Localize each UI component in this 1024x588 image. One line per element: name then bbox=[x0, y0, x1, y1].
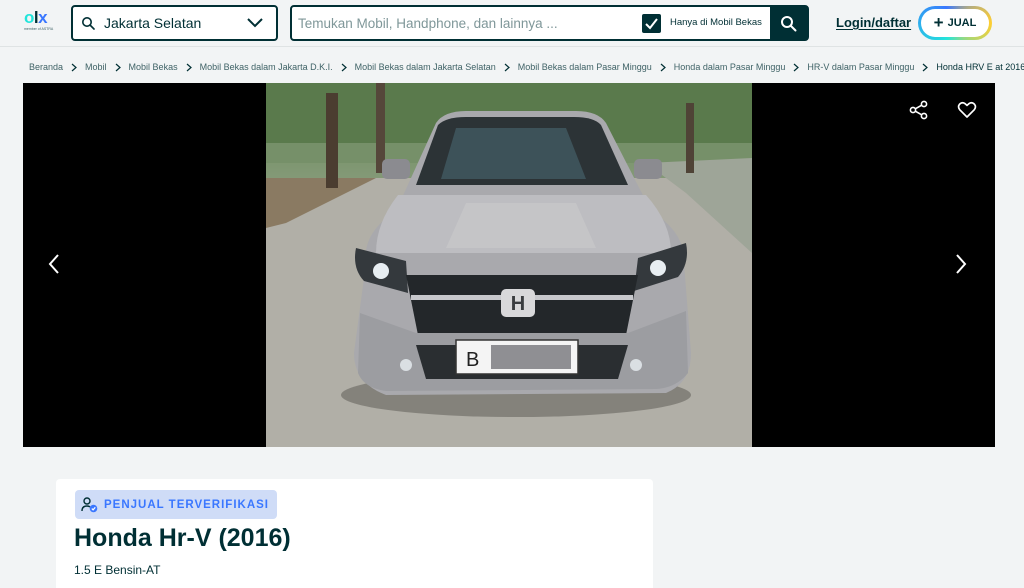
chevron-right-icon bbox=[660, 63, 666, 71]
verified-user-icon bbox=[81, 497, 98, 513]
location-value: Jakarta Selatan bbox=[104, 15, 202, 31]
image-gallery: H B bbox=[23, 83, 995, 447]
car-photo[interactable]: H B bbox=[266, 83, 752, 447]
chevron-right-icon bbox=[923, 63, 929, 71]
svg-text:H: H bbox=[511, 293, 525, 315]
breadcrumb-item[interactable]: Beranda bbox=[29, 62, 63, 72]
checkmark-icon bbox=[645, 18, 658, 30]
search-icon bbox=[781, 16, 797, 32]
olx-logo[interactable]: olx member of ASTRA bbox=[24, 8, 58, 36]
breadcrumb-item[interactable]: HR-V dalam Pasar Minggu bbox=[807, 62, 914, 72]
chevron-right-icon bbox=[504, 63, 510, 71]
car-illustration: H B bbox=[266, 83, 752, 447]
listing-title: Honda Hr-V (2016) bbox=[74, 524, 291, 552]
location-selector[interactable]: Jakarta Selatan bbox=[71, 5, 278, 41]
breadcrumb-item[interactable]: Mobil Bekas bbox=[129, 62, 178, 72]
chevron-right-icon bbox=[71, 63, 77, 71]
search-icon bbox=[82, 17, 95, 30]
breadcrumb-item[interactable]: Mobil Bekas dalam Jakarta D.K.I. bbox=[200, 62, 333, 72]
plate-text: B bbox=[466, 349, 479, 371]
listing-info-card: PENJUAL TERVERIFIKASI Honda Hr-V (2016) … bbox=[56, 479, 653, 588]
sell-button-label: JUAL bbox=[947, 17, 977, 29]
verified-seller-badge: PENJUAL TERVERIFIKASI bbox=[75, 490, 277, 519]
search-bar: Hanya di Mobil Bekas bbox=[290, 5, 809, 41]
search-input[interactable] bbox=[298, 13, 628, 33]
login-register-link[interactable]: Login/daftar bbox=[836, 15, 911, 30]
breadcrumb-item[interactable]: Mobil bbox=[85, 62, 107, 72]
chevron-right-icon bbox=[341, 63, 347, 71]
logo-tagline: member of ASTRA bbox=[24, 27, 54, 31]
breadcrumb-item[interactable]: Mobil Bekas dalam Jakarta Selatan bbox=[355, 62, 496, 72]
plus-icon: + bbox=[933, 13, 944, 32]
chevron-right-icon bbox=[793, 63, 800, 71]
used-cars-checkbox[interactable] bbox=[642, 14, 661, 33]
chevron-right-icon bbox=[186, 63, 192, 71]
share-icon[interactable] bbox=[909, 100, 929, 120]
chevron-right-icon bbox=[115, 63, 121, 71]
breadcrumb-item[interactable]: Mobil Bekas dalam Pasar Minggu bbox=[518, 62, 652, 72]
top-header: olx member of ASTRA Jakarta Selatan Hany… bbox=[0, 0, 1024, 47]
logo-wordmark: olx bbox=[24, 8, 48, 27]
search-button[interactable] bbox=[770, 7, 807, 39]
listing-subtitle: 1.5 E Bensin-AT bbox=[74, 563, 161, 577]
sell-button[interactable]: + JUAL bbox=[918, 6, 992, 40]
chevron-right-icon[interactable] bbox=[954, 253, 968, 275]
verified-seller-label: PENJUAL TERVERIFIKASI bbox=[104, 498, 269, 511]
heart-icon[interactable] bbox=[957, 100, 977, 120]
sell-button-inner: + JUAL bbox=[921, 9, 989, 37]
breadcrumb: Beranda Mobil Mobil Bekas Mobil Bekas da… bbox=[29, 62, 1024, 72]
breadcrumb-item[interactable]: Honda dalam Pasar Minggu bbox=[674, 62, 786, 72]
breadcrumb-current: Honda HRV E at 2016 bbox=[936, 62, 1024, 72]
used-cars-checkbox-label[interactable]: Hanya di Mobil Bekas bbox=[670, 17, 762, 28]
chevron-down-icon bbox=[247, 18, 263, 28]
chevron-left-icon[interactable] bbox=[47, 253, 61, 275]
